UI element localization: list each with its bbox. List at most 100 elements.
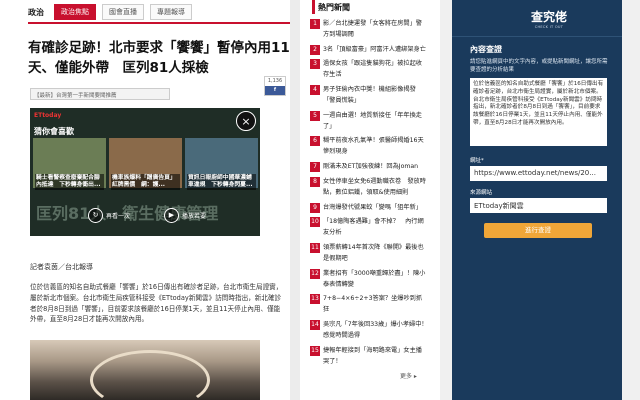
hot-news-text: 吳宗凡「7年後回33歲」爆小孝婦中！感覺時間過得 — [323, 320, 428, 339]
hot-news-text: 業者招有「3000噸重歸於盡」！陳小泰表情轉變 — [323, 269, 426, 288]
next-video-label: 播放若要 — [182, 213, 207, 220]
rank-badge: 5 — [310, 110, 320, 121]
url-label: 網址* — [470, 158, 484, 164]
recommended-video-2[interactable]: 機車族爆料「蹭廣告頁」紅牌黑價 網：護... — [109, 138, 182, 190]
video-caption: 機車族爆料「蹭廣告頁」紅牌黑價 網：護... — [111, 174, 180, 190]
hot-news-item[interactable]: 5 一週自由選！地質新接任「年年換走了」 — [310, 110, 428, 132]
source-input[interactable]: ETtoday新聞雲 — [470, 198, 607, 213]
rank-badge: 1 — [310, 19, 320, 29]
tab-special-report[interactable]: 專題報導 — [150, 4, 192, 20]
hot-news-text: 「18億陶客遇難」會不掉？ 內行網友分析 — [323, 218, 424, 237]
recommended-video-3[interactable]: 資訊日報廚師中國華濃鋪車違規 下秒轉身閃蔓... — [185, 138, 258, 190]
share-count: 1,136 — [267, 78, 283, 84]
rank-badge: 7 — [310, 162, 320, 173]
recommend-label: 猜你會喜歡 — [34, 127, 74, 136]
hot-news-item[interactable]: 13 7+8−4×6÷2+3答案？坐爆吵到抓狂 — [310, 293, 428, 315]
panel-title: 內容查證 — [470, 45, 502, 54]
replay-icon: ↻ — [88, 208, 103, 223]
rank-badge: 15 — [310, 345, 320, 356]
hot-news-item[interactable]: 14 吳宗凡「7年後回33歲」爆小孝婦中！感覺時間過得 — [310, 319, 428, 341]
hot-news-item[interactable]: 10 「18億陶客遇難」會不掉？ 內行網友分析 — [310, 216, 428, 238]
tab-political-focus[interactable]: 政治焦點 — [54, 4, 96, 20]
rank-badge: 8 — [310, 176, 320, 187]
more-news-link[interactable]: 更多 ▸ — [400, 371, 417, 380]
hot-news-list: 1 影／台北捷運發「女客將在房間」警方到場調閱 2 3名「頂級富豪」阿富汗人遭綁架身… — [310, 18, 428, 370]
hot-news-item[interactable]: 1 影／台北捷運發「女客將在房間」警方到場調閱 — [310, 18, 428, 40]
hot-news-text: 剛滿未及ET加強夜練！回為Joman — [323, 163, 419, 171]
fact-check-panel: 查究佬 CHECK IT OUT 內容查證 請您貼進網頁中的文字內容，或提貼新聞… — [452, 0, 622, 400]
category-label[interactable]: 政治 — [28, 7, 44, 18]
column-gutter — [290, 0, 300, 400]
facebook-icon: f — [265, 86, 285, 95]
hot-news-item[interactable]: 11 領票薪轉14年首次降《聯開》最後也是假期吧 — [310, 242, 428, 264]
submit-check-button[interactable]: 進行查證 — [484, 223, 592, 238]
hot-news-text: 影／台北捷運發「女客將在房間」警方到場調閱 — [323, 20, 422, 38]
rank-badge: 12 — [310, 268, 320, 279]
rank-badge: 10 — [310, 217, 320, 228]
hot-news-panel: 熱門新聞 1 影／台北捷運發「女客將在房間」警方到場調閱 2 3名「頂級富豪」阿富汗… — [300, 0, 440, 400]
article-headline: 有確診足跡！北市要求「饗饗」暫停內用11天、僅能外帶 匡列81人採檢 — [28, 40, 290, 76]
news-tag[interactable]: 【最新】台灣第一手新聞要聞推薦 — [30, 88, 170, 100]
facebook-share-button[interactable]: 1,136 f — [264, 76, 286, 96]
hot-news-text: 領票薪轉14年首次降《聯開》最後也是假期吧 — [323, 243, 424, 262]
rank-badge: 2 — [310, 44, 320, 55]
video-caption: 騎士看警察查廢棄配合腳內抵達 下秒轉身衝出... — [35, 174, 104, 190]
hot-news-text: 過保女孩「跟這隻貓狗花」被拉起收存生活 — [323, 60, 422, 79]
nav-divider — [28, 22, 290, 24]
hot-news-item[interactable]: 6 糊平前夜水孔氣準！張醫師揭婚16天慘烈現身 — [310, 135, 428, 157]
hot-news-text: 捷報年輕接到「海明路來電」女主播哭了！ — [323, 346, 422, 365]
brand-name: 查究佬 — [530, 10, 567, 24]
hot-news-accent — [312, 0, 315, 14]
source-label: 來源網站 — [470, 190, 493, 196]
hot-news-item[interactable]: 2 3名「頂級富豪」阿富汗人遭綁架身亡 — [310, 44, 428, 55]
url-input[interactable]: https://www.ettoday.net/news/20... — [470, 166, 607, 181]
rank-badge: 4 — [310, 85, 320, 96]
content-textarea[interactable]: 位於信義區的知名自助式餐廳「饗饗」於16日傳出有確診者足跡，台北市衛生局證實，屬… — [470, 78, 607, 146]
hot-news-item[interactable]: 15 捷報年輕接到「海明路來電」女主播哭了！ — [310, 345, 428, 367]
replay-button[interactable]: ↻ 再看一次 — [88, 208, 130, 223]
brand-subtitle: CHECK IT OUT — [534, 25, 564, 29]
rank-badge: 9 — [310, 202, 320, 213]
hot-news-item[interactable]: 9 台灣爆發代號果蚊「變嗎「狙年新」 — [310, 202, 428, 213]
panel-divider — [452, 36, 622, 37]
hot-news-text: 糊平前夜水孔氣準！張醫師揭婚16天慘烈現身 — [323, 137, 424, 156]
hot-news-text: 女性停車坐女免6週勤職衣卷 發放時點，數位鋁鐵，領取&使用細則 — [323, 177, 426, 196]
page: 政治 政治焦點 國會直播 專題報導 有確診足跡！北市要求「饗饗」暫停內用11天、… — [0, 0, 640, 400]
article-body: 位於信義區的知名自助式餐廳「饗饗」於16日傳出有確診者足跡，台北市衛生局證實，屬… — [30, 283, 283, 324]
hot-news-item[interactable]: 3 過保女孩「跟這隻貓狗花」被拉起收存生活 — [310, 58, 428, 80]
hot-news-text: 一週自由選！地質新接任「年年換走了」 — [323, 111, 422, 130]
tab-parliament-live[interactable]: 國會直播 — [102, 4, 144, 20]
more-label: 更多 — [400, 373, 413, 380]
video-controls: ↻ 再看一次 ▶ 播放若要 — [30, 203, 260, 233]
recommended-video-1[interactable]: 騎士看警察查廢棄配合腳內抵達 下秒轉身衝出... — [33, 138, 106, 190]
rank-badge: 11 — [310, 242, 320, 253]
play-icon: ▶ — [164, 208, 179, 223]
hot-news-text: 台灣爆發代號果蚊「變嗎「狙年新」 — [323, 203, 422, 211]
hot-news-text: 7+8−4×6÷2+3答案？坐爆吵到抓狂 — [323, 295, 423, 314]
replay-label: 再看一次 — [106, 213, 131, 220]
article-photo — [30, 340, 260, 400]
ettoday-logo: ETtoday — [34, 112, 62, 119]
video-caption: 資訊日報廚師中國華濃鋪車違規 下秒轉身閃蔓... — [187, 174, 256, 190]
reporter-byline: 記者袁茵／台北報導 — [30, 263, 93, 271]
rank-badge: 3 — [310, 59, 320, 70]
hot-news-item[interactable]: 8 女性停車坐女免6週勤職衣卷 發放時點，數位鋁鐵，領取&使用細則 — [310, 176, 428, 198]
recommended-videos: 騎士看警察查廢棄配合腳內抵達 下秒轉身衝出... 機車族爆料「蹭廣告頁」紅牌黑價… — [33, 138, 259, 190]
rank-badge: 14 — [310, 319, 320, 330]
hot-news-item[interactable]: 12 業者招有「3000噸重歸於盡」！陳小泰表情轉變 — [310, 268, 428, 290]
category-nav: 政治 政治焦點 國會直播 專題報導 — [28, 4, 192, 20]
brand-logo: 查究佬 CHECK IT OUT — [524, 8, 574, 29]
next-video-button[interactable]: ▶ 播放若要 — [164, 208, 206, 223]
rank-badge: 6 — [310, 136, 320, 147]
hot-news-text: 3名「頂級富豪」阿富汗人遭綁架身亡 — [323, 45, 426, 53]
close-icon[interactable]: × — [236, 111, 256, 131]
photo-detail — [90, 350, 210, 400]
hot-news-item[interactable]: 7 剛滿未及ET加強夜練！回為Joman — [310, 161, 428, 173]
rank-badge: 13 — [310, 294, 320, 305]
video-player[interactable]: 匡列81人 衛生健康管理 ETtoday 猜你會喜歡 × 騎士看警察查廢棄配合腳… — [30, 108, 260, 236]
article-column: 政治 政治焦點 國會直播 專題報導 有確診足跡！北市要求「饗饗」暫停內用11天、… — [0, 0, 290, 400]
panel-description: 請您貼進網頁中的文字內容，或提貼新聞網址，讓您所需要查證的分析結果 — [470, 59, 608, 73]
hot-news-text: 男子狂偷內衣中獎！機組影像揭發「警員慌裝」 — [323, 86, 416, 105]
hot-news-title: 熱門新聞 — [318, 3, 350, 12]
hot-news-item[interactable]: 4 男子狂偷內衣中獎！機組影像揭發「警員慌裝」 — [310, 84, 428, 106]
